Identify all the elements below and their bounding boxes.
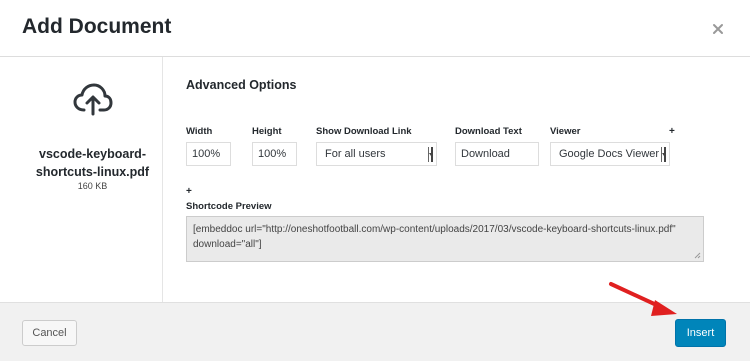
close-icon[interactable] [710,21,726,37]
shortcode-preview-textarea[interactable]: [embeddoc url="http://oneshotfootball.co… [186,216,704,262]
height-input[interactable]: 100% [252,142,297,166]
download-text-label: Download Text [455,126,522,137]
chevron-down-icon [661,147,666,162]
download-text-input[interactable]: Download [455,142,539,166]
advanced-options-title: Advanced Options [186,78,297,92]
annotation-arrow-icon [609,282,677,316]
shortcode-text: [embeddoc url="http://oneshotfootball.co… [193,224,676,250]
viewer-select[interactable]: Google Docs Viewer [550,142,670,166]
viewer-selected: Google Docs Viewer [559,148,660,160]
resize-grip-icon[interactable] [694,252,701,259]
download-link-selected: For all users [325,148,386,160]
cancel-button[interactable]: Cancel [22,320,77,346]
width-input[interactable]: 100% [186,142,231,166]
add-option-plus-icon[interactable]: + [669,126,675,137]
chevron-down-icon [428,147,433,162]
file-sidebar: vscode-keyboard-shortcuts-linux.pdf 160 … [0,57,163,302]
cloud-upload-icon [73,83,113,116]
add-document-modal: Add Document vscode-keyboard-shortcuts-l… [0,0,750,361]
modal-title: Add Document [22,15,172,38]
download-link-select[interactable]: For all users [316,142,437,166]
modal-header: Add Document [0,0,750,57]
width-label: Width [186,126,213,137]
viewer-label: Viewer [550,126,581,137]
height-label: Height [252,126,282,137]
shortcode-preview-label: Shortcode Preview [186,201,272,212]
file-size: 160 KB [77,181,108,191]
insert-button[interactable]: Insert [675,319,726,347]
download-link-label: Show Download Link [316,126,412,137]
add-option-plus-icon[interactable]: + [186,186,192,197]
file-name: vscode-keyboard-shortcuts-linux.pdf [35,147,150,179]
